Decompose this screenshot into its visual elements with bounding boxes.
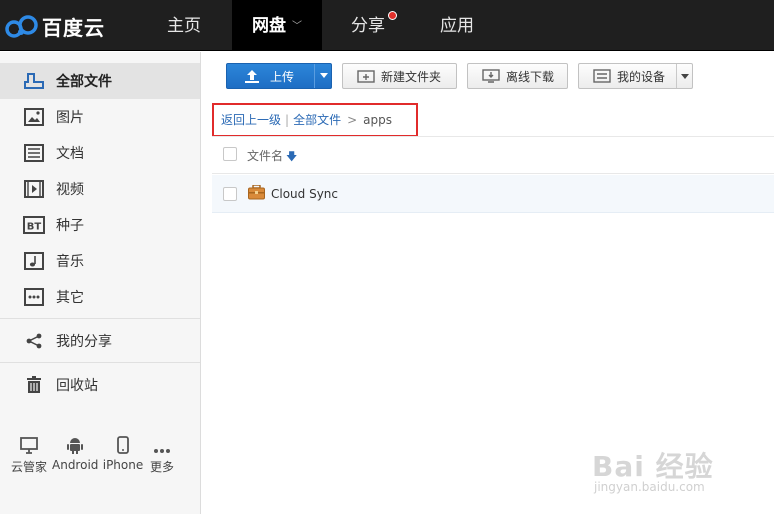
sidebar-item-torrents[interactable]: BT 种子 <box>0 207 200 243</box>
sidebar-item-label: 其它 <box>56 290 84 306</box>
new-folder-button[interactable]: 新建文件夹 <box>342 63 457 89</box>
offline-download-label: 离线下载 <box>506 69 555 84</box>
row-checkbox[interactable] <box>223 187 237 201</box>
breadcrumb-current: apps <box>363 112 392 127</box>
upload-dropdown-caret-icon[interactable] <box>320 73 328 78</box>
sidebar-item-recycle-bin[interactable]: 回收站 <box>0 367 200 403</box>
svg-text:BT: BT <box>27 222 42 233</box>
device-cloud-manager[interactable]: 云管家 <box>6 432 52 475</box>
baidu-cloud-logo[interactable]: 百度云 <box>4 12 105 40</box>
bt-torrent-icon: BT <box>23 214 45 236</box>
cloud-logo-icon <box>5 15 38 38</box>
nav-home-label: 主页 <box>167 16 201 36</box>
breadcrumb-back-link[interactable]: 返回上一级 <box>221 111 281 128</box>
file-name[interactable]: Cloud Sync <box>271 187 338 201</box>
my-devices-label: 我的设备 <box>617 69 666 84</box>
sidebar-item-label: 我的分享 <box>56 334 112 350</box>
device-label: iPhone <box>102 458 144 472</box>
upload-button[interactable]: 上传 <box>226 63 332 89</box>
sidebar-item-music[interactable]: 音乐 <box>0 243 200 279</box>
watermark-url: jingyan.baidu.com <box>594 480 705 494</box>
folder-icon <box>248 184 265 204</box>
offline-download-icon <box>482 69 500 83</box>
music-icon <box>23 250 45 272</box>
sidebar-item-other[interactable]: 其它 <box>0 279 200 315</box>
sort-down-arrow-icon: 🡇 <box>286 150 298 163</box>
nav-share[interactable]: 分享 <box>333 0 403 51</box>
device-more[interactable]: 更多 <box>139 432 185 475</box>
column-filename-label: 文件名 <box>247 149 284 163</box>
brand-name: 百度云 <box>42 15 105 40</box>
all-files-icon <box>23 70 45 92</box>
notification-dot <box>388 11 397 20</box>
watermark-text: Bai 经验 <box>592 450 714 483</box>
android-icon <box>52 432 98 454</box>
breadcrumb: 返回上一级 | 全部文件 > apps <box>221 111 392 128</box>
chevron-down-icon: ﹀ <box>292 21 302 32</box>
ellipsis-icon <box>139 432 185 454</box>
select-all-checkbox[interactable] <box>223 147 237 161</box>
nav-netdisk-label: 网盘 <box>252 16 286 36</box>
share-icon <box>23 330 45 352</box>
my-devices-button[interactable]: 我的设备 <box>578 63 693 89</box>
sidebar-item-all-files[interactable]: 全部文件 <box>0 63 200 99</box>
sidebar-item-label: 视频 <box>56 182 84 198</box>
nav-apps-label: 应用 <box>440 16 474 36</box>
baidu-jingyan-watermark: Bai 经验 <box>592 445 714 485</box>
document-icon <box>23 142 45 164</box>
sidebar-item-label: 图片 <box>56 110 84 126</box>
device-android[interactable]: Android <box>52 432 98 472</box>
breadcrumb-chevron: > <box>347 112 358 127</box>
offline-download-button[interactable]: 离线下载 <box>467 63 568 89</box>
nav-home[interactable]: 主页 <box>143 0 225 51</box>
sidebar-item-label: 回收站 <box>56 378 98 394</box>
sidebar-item-my-shares[interactable]: 我的分享 <box>0 323 200 359</box>
nav-apps[interactable]: 应用 <box>422 0 492 51</box>
more-dots-icon <box>23 286 45 308</box>
sidebar-divider <box>0 318 200 319</box>
device-label: 更多 <box>149 460 174 474</box>
sidebar-item-label: 种子 <box>56 218 84 234</box>
device-manager-icon <box>593 69 611 83</box>
upload-divider <box>314 64 315 88</box>
upload-arrow-icon <box>244 69 260 84</box>
sidebar-item-documents[interactable]: 文档 <box>0 135 200 171</box>
column-filename[interactable]: 文件名 🡇 <box>247 147 297 167</box>
device-label: 云管家 <box>10 460 47 474</box>
video-icon <box>23 178 45 200</box>
device-label: Android <box>52 458 99 472</box>
sidebar-divider <box>0 362 200 363</box>
image-icon <box>23 106 45 128</box>
trash-icon <box>23 374 45 396</box>
my-devices-dropdown-caret-icon[interactable] <box>681 74 689 79</box>
new-folder-label: 新建文件夹 <box>381 69 442 84</box>
new-folder-icon <box>357 69 375 83</box>
sidebar-item-label: 音乐 <box>56 254 84 270</box>
nav-share-label: 分享 <box>351 16 385 36</box>
sidebar-item-label: 文档 <box>56 146 84 162</box>
my-devices-divider <box>676 64 677 88</box>
desktop-icon <box>6 432 52 454</box>
breadcrumb-separator: | <box>285 112 290 127</box>
upload-label: 上传 <box>270 69 295 84</box>
sidebar-item-images[interactable]: 图片 <box>0 99 200 135</box>
sidebar-item-videos[interactable]: 视频 <box>0 171 200 207</box>
nav-netdisk[interactable]: 网盘 ﹀ <box>232 0 322 51</box>
top-nav-bar: 百度云 主页 网盘 ﹀ 分享 应用 <box>0 0 774 51</box>
breadcrumb-root-link[interactable]: 全部文件 <box>293 111 341 128</box>
sidebar-item-label: 全部文件 <box>56 74 112 90</box>
